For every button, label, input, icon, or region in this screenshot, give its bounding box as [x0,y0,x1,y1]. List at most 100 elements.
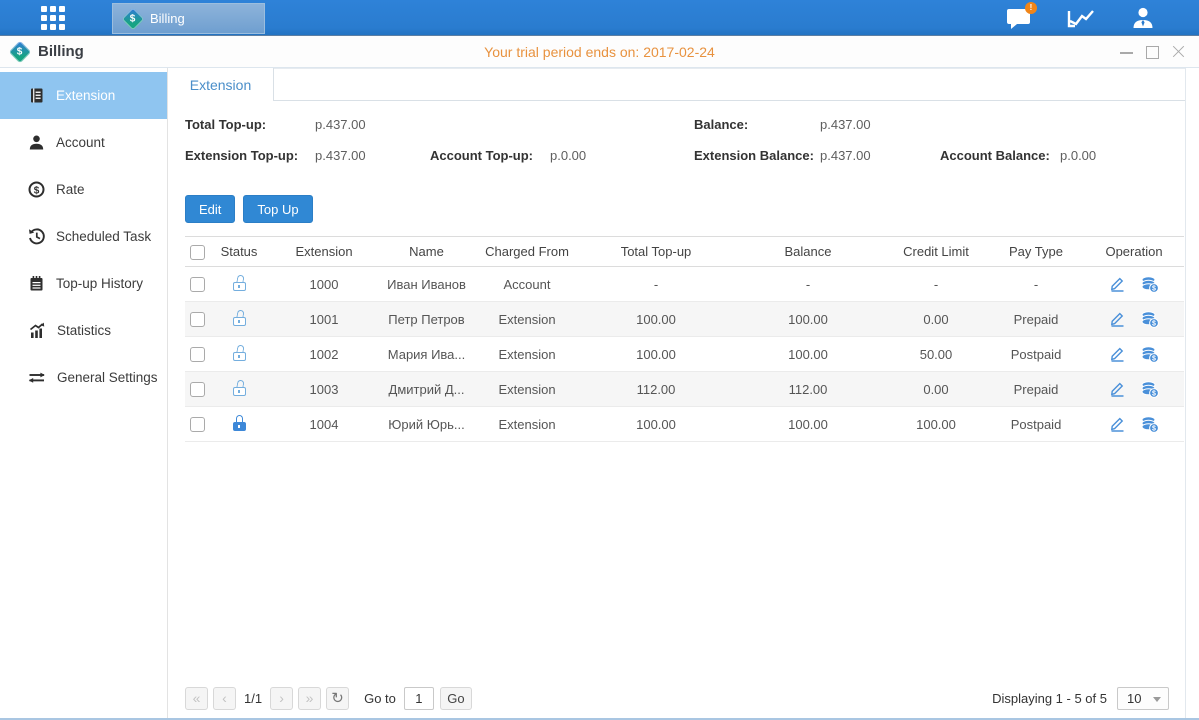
col-extension: Extension [269,244,379,259]
dropdown-caret-icon [1153,697,1161,702]
credit-limit-cell: 0.00 [884,312,988,327]
extension-cell: 1003 [269,382,379,397]
unlock-icon[interactable] [233,345,246,361]
next-page-button[interactable]: › [270,687,293,710]
edit-icon[interactable] [1109,311,1126,327]
total-topup-cell: 100.00 [580,347,732,362]
pay-type-cell: Prepaid [988,382,1084,397]
page-size-dropdown[interactable]: 10 [1117,687,1169,710]
extension-cell: 1001 [269,312,379,327]
unlock-icon[interactable] [233,275,246,291]
extension-topup-value: p.437.00 [315,148,366,163]
apps-grid-icon[interactable] [38,3,68,33]
row-checkbox[interactable] [190,312,205,327]
name-cell: Мария Ива... [379,347,474,362]
col-status: Status [209,244,269,259]
displaying-text: Displaying 1 - 5 of 5 [992,691,1107,706]
topup-icon[interactable]: $ [1141,416,1159,433]
topup-icon[interactable]: $ [1141,311,1159,328]
pagination-bar: « ‹ 1/1 › » ↻ Go to Go Displaying 1 - 5 … [185,687,1169,710]
sidebar-item-scheduled-task[interactable]: Scheduled Task [0,213,167,260]
row-checkbox[interactable] [190,277,205,292]
unlock-icon[interactable] [233,380,246,396]
charged-from-cell: Extension [474,312,580,327]
edit-icon[interactable] [1109,276,1126,292]
go-button[interactable]: Go [440,687,472,710]
sidebar-item-label: Top-up History [56,276,143,291]
notification-badge: ! [1025,2,1037,14]
extension-cell: 1002 [269,347,379,362]
extension-cell: 1000 [269,277,379,292]
unlock-icon[interactable] [233,310,246,326]
titlebar: Your trial period ends on: 2017-02-24 $ … [0,36,1199,68]
messages-icon[interactable]: ! [1005,5,1033,31]
balance-cell: 100.00 [732,347,884,362]
account-topup-label: Account Top-up: [430,148,533,163]
row-checkbox[interactable] [190,417,205,432]
balance-value: p.437.00 [820,117,871,132]
col-balance: Balance [732,244,884,259]
topup-history-notepad-icon [28,275,45,292]
topup-icon[interactable]: $ [1141,381,1159,398]
col-operation: Operation [1084,244,1184,259]
refresh-icon[interactable]: ↻ [326,687,349,710]
top-up-button[interactable]: Top Up [243,195,312,223]
trial-notice: Your trial period ends on: 2017-02-24 [0,44,1199,60]
user-account-icon[interactable] [1129,5,1157,31]
row-checkbox[interactable] [190,382,205,397]
page-size-value: 10 [1127,691,1141,706]
extension-topup-label: Extension Top-up: [185,148,298,163]
first-page-button[interactable]: « [185,687,208,710]
prev-page-button[interactable]: ‹ [213,687,236,710]
sidebar-item-general-settings[interactable]: General Settings [0,354,167,401]
total-topup-cell: - [580,277,732,292]
sidebar-item-label: General Settings [57,370,158,385]
topup-icon[interactable]: $ [1141,276,1159,293]
account-person-icon [28,134,45,151]
topbar: $ Billing ! [0,0,1199,36]
goto-page-input[interactable] [404,687,434,710]
svg-text:$: $ [1152,285,1156,292]
edit-icon[interactable] [1109,416,1126,432]
svg-text:$: $ [1152,425,1156,432]
name-cell: Юрий Юрь... [379,417,474,432]
extension-cell: 1004 [269,417,379,432]
lock-icon[interactable] [233,415,246,431]
extension-balance-label: Extension Balance: [694,148,814,163]
sidebar-item-label: Scheduled Task [56,229,151,244]
sidebar-item-extension[interactable]: Extension [0,72,167,119]
tab-extension[interactable]: Extension [168,68,274,101]
window-controls [1120,36,1185,68]
sidebar-item-label: Account [56,135,105,150]
last-page-button[interactable]: » [298,687,321,710]
balance-cell: - [732,277,884,292]
topbar-actions: ! [1005,0,1157,36]
statistics-chart-icon[interactable] [1067,5,1095,31]
table-row: 1003 Дмитрий Д... Extension 112.00 112.0… [185,372,1184,407]
sidebar-item-rate[interactable]: $ Rate [0,166,167,213]
minimize-icon[interactable] [1120,46,1133,59]
name-cell: Петр Петров [379,312,474,327]
table-row: 1000 Иван Иванов Account - - - - $ [185,267,1184,302]
sidebar-item-account[interactable]: Account [0,119,167,166]
pay-type-cell: Postpaid [988,417,1084,432]
table-row: 1001 Петр Петров Extension 100.00 100.00… [185,302,1184,337]
sidebar-item-topup-history[interactable]: Top-up History [0,260,167,307]
statistics-bars-icon [28,322,46,339]
action-buttons: Edit Top Up [185,195,1185,223]
row-checkbox[interactable] [190,347,205,362]
sidebar-item-label: Statistics [57,323,111,338]
sidebar-item-label: Rate [56,182,85,197]
sidebar-item-label: Extension [56,88,115,103]
topup-icon[interactable]: $ [1141,346,1159,363]
general-settings-sliders-icon [28,369,46,386]
select-all-checkbox[interactable] [190,245,205,260]
taskbar-tab-billing[interactable]: $ Billing [112,3,265,34]
sidebar-item-statistics[interactable]: Statistics [0,307,167,354]
edit-icon[interactable] [1109,346,1126,362]
tab-strip: Extension [168,68,1185,101]
maximize-icon[interactable] [1146,46,1159,59]
edit-button[interactable]: Edit [185,195,235,223]
edit-icon[interactable] [1109,381,1126,397]
close-icon[interactable] [1172,46,1185,59]
